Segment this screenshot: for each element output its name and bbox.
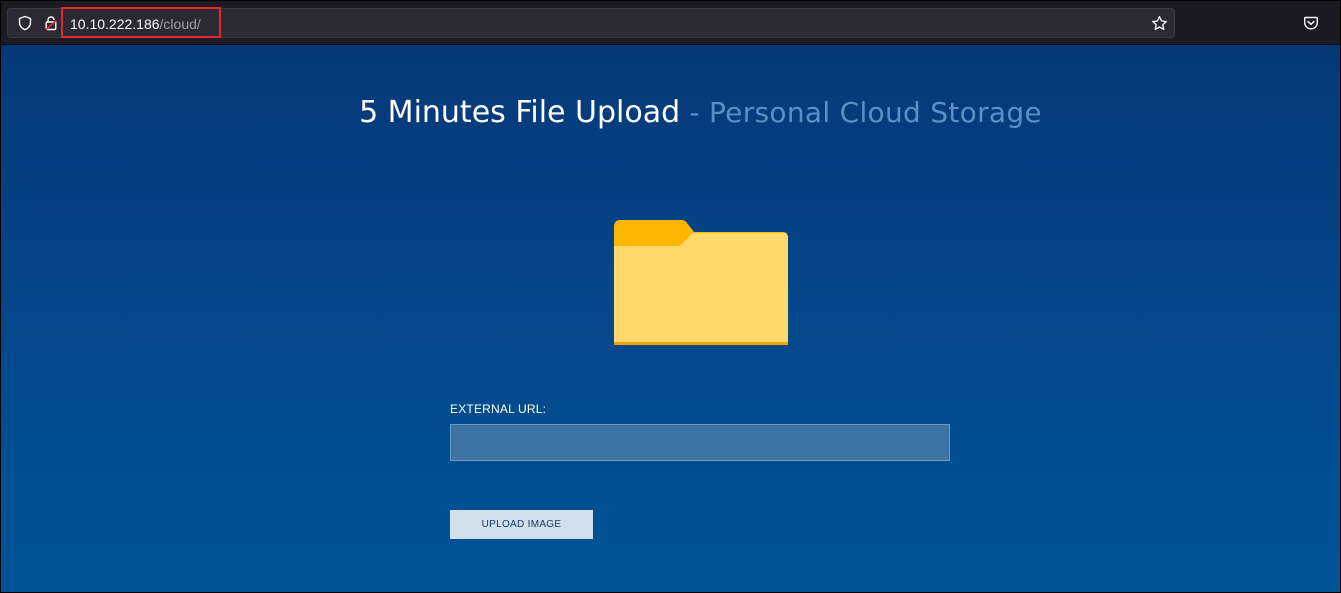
url-host: 10.10.222.186 (70, 16, 160, 32)
address-bar[interactable]: 10.10.222.186/cloud/ (7, 7, 1175, 38)
browser-toolbar: 10.10.222.186/cloud/ (1, 1, 1340, 45)
star-icon[interactable] (1151, 15, 1168, 32)
upload-image-button[interactable]: UPLOAD IMAGE (450, 510, 593, 539)
shield-icon[interactable] (17, 15, 33, 31)
page-title-subtitle: - Personal Cloud Storage (680, 96, 1042, 129)
pocket-icon[interactable] (1303, 15, 1319, 31)
browser-window: 10.10.222.186/cloud/ 5 Minutes File Uplo… (0, 0, 1341, 593)
page-title: 5 Minutes File Upload - Personal Cloud S… (1, 91, 1341, 133)
url-text[interactable]: 10.10.222.186/cloud/ (70, 16, 201, 32)
page-content: 5 Minutes File Upload - Personal Cloud S… (1, 45, 1340, 592)
folder-icon (611, 219, 789, 347)
page-title-main: 5 Minutes File Upload (359, 95, 681, 130)
external-url-label: EXTERNAL URL: (450, 402, 547, 416)
external-url-input[interactable] (450, 424, 950, 461)
lock-icon[interactable] (43, 15, 59, 31)
url-path: /cloud/ (159, 16, 201, 32)
